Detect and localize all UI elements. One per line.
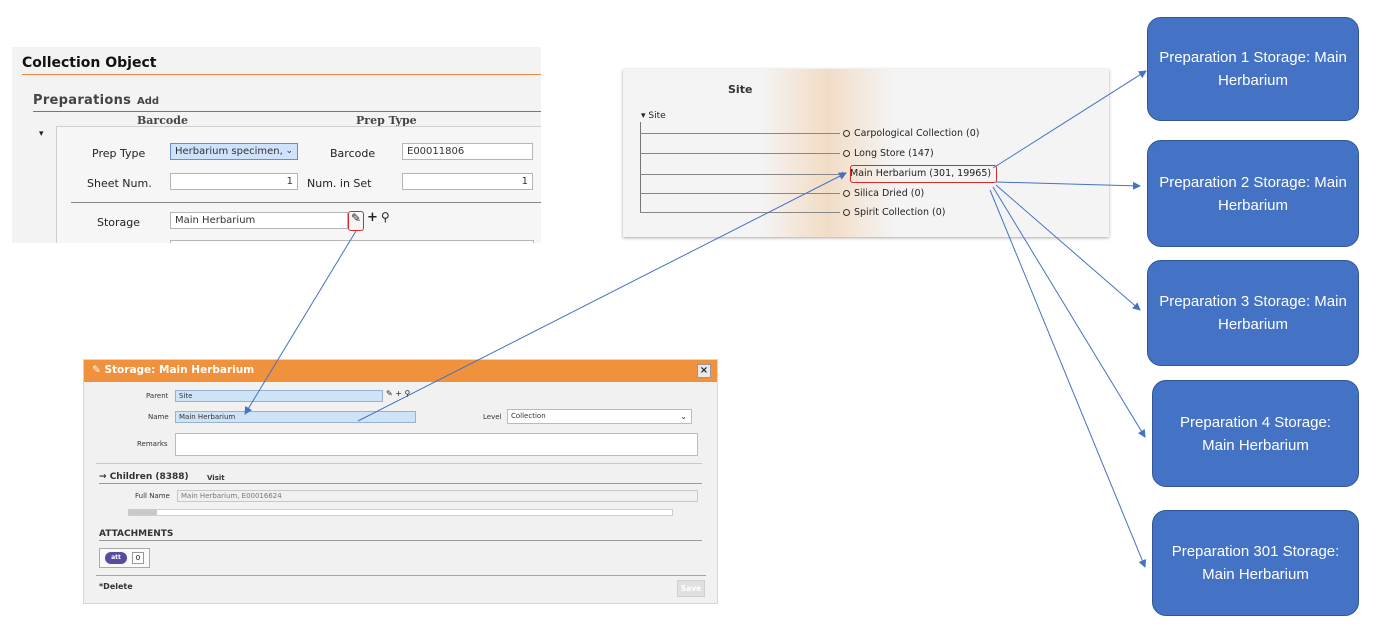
arrow-to-callout-1 [992, 70, 1147, 169]
arrow-pencil-to-dialog [244, 230, 357, 415]
connector-arrows [244, 70, 1147, 568]
arrow-to-callout-4 [992, 186, 1146, 438]
arrow-to-callout-2 [995, 181, 1141, 190]
arrow-dialog-to-tree [357, 172, 847, 422]
arrow-to-callout-3 [995, 184, 1141, 311]
